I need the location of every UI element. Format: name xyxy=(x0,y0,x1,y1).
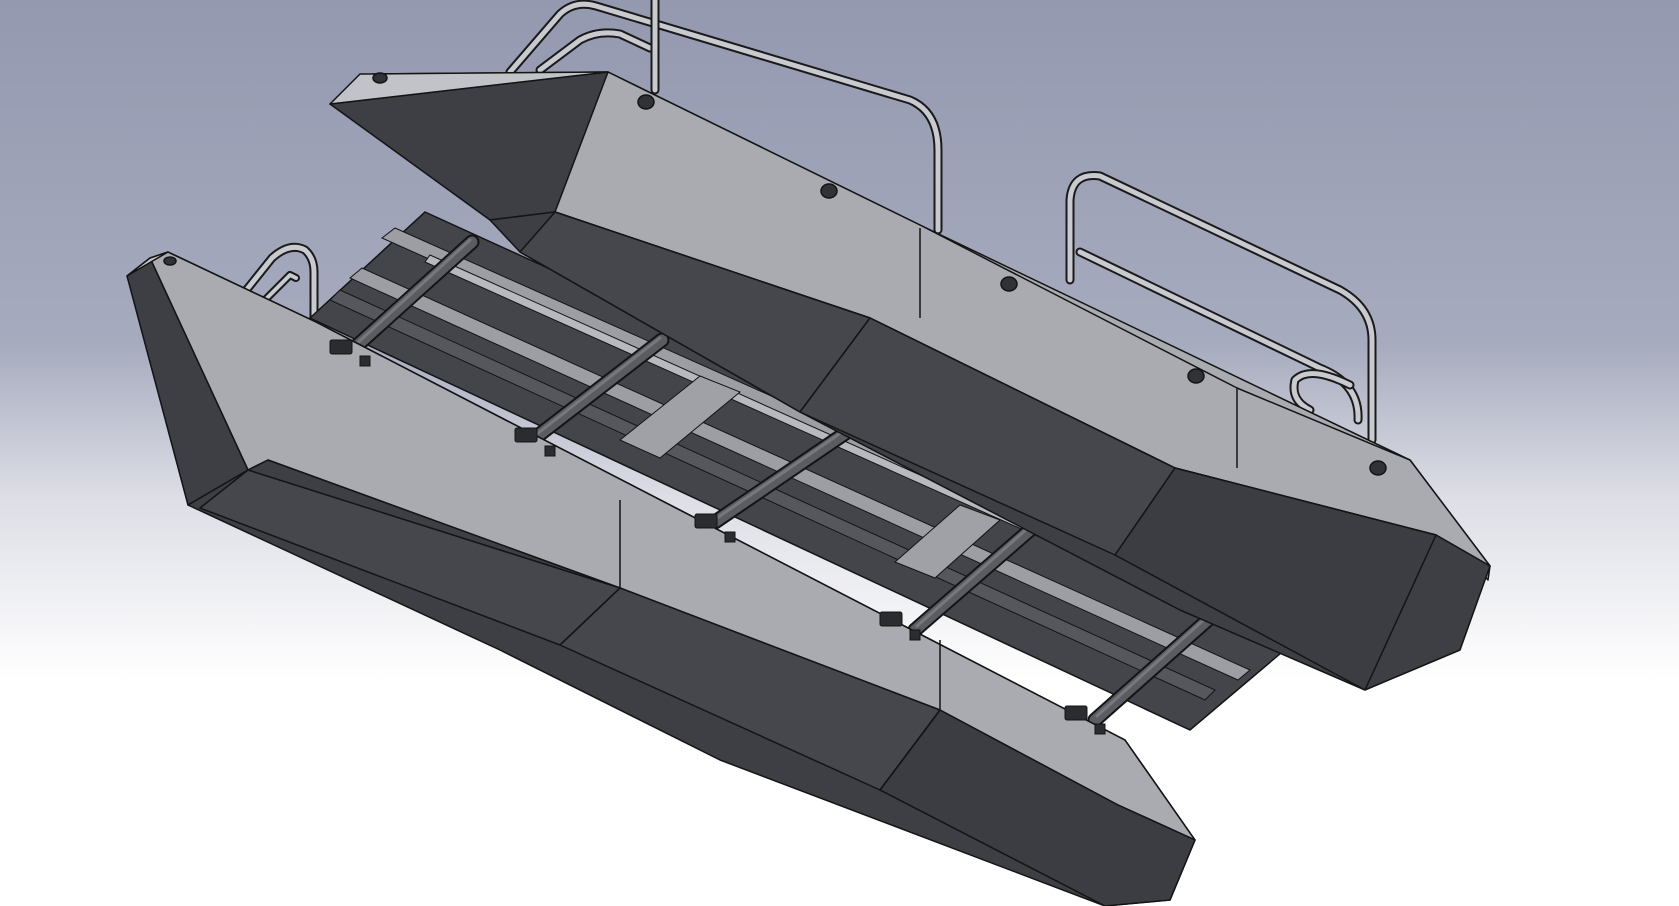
cad-viewport[interactable] xyxy=(0,0,1679,906)
pontoon-boat-model[interactable] xyxy=(0,0,1679,906)
